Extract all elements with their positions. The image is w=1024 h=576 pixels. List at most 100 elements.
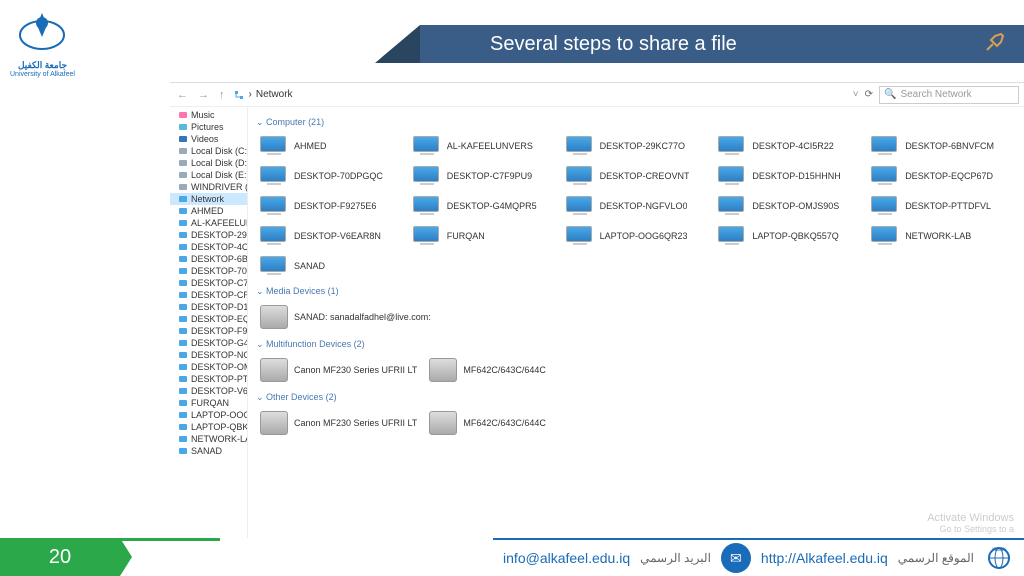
website-link[interactable]: http://Alkafeel.edu.iq	[761, 550, 888, 566]
up-button[interactable]: ↑	[217, 89, 227, 101]
sidebar-item[interactable]: NETWORK-LAB	[170, 433, 247, 445]
sidebar-item[interactable]: DESKTOP-V6EAR8N	[170, 385, 247, 397]
group-header[interactable]: ⌄ Other Devices (2)	[256, 392, 1016, 403]
network-item[interactable]: DESKTOP-4CI5R22	[714, 132, 863, 160]
title-banner: Several steps to share a file	[420, 25, 1024, 63]
network-item[interactable]: LAPTOP-OOG6QR23	[562, 222, 711, 250]
group-header[interactable]: ⌄ Computer (21)	[256, 117, 1016, 128]
sidebar-item[interactable]: DESKTOP-NGFVLO0	[170, 349, 247, 361]
computer-icon	[871, 136, 899, 156]
computer-icon	[718, 196, 746, 216]
address-bar: ← → ↑ › Network ˅ ⟳ 🔍 Search Network	[170, 83, 1024, 107]
item-label: DESKTOP-G4MQPR5	[447, 201, 537, 211]
item-label: DESKTOP-70DPGQC	[294, 171, 383, 181]
item-label: DESKTOP-29KC77O	[600, 141, 685, 151]
sidebar-item[interactable]: DESKTOP-CREOVNT	[170, 289, 247, 301]
forward-button[interactable]: →	[196, 89, 211, 101]
network-item[interactable]: DESKTOP-G4MQPR5	[409, 192, 558, 220]
network-item[interactable]: DESKTOP-EQCP67D	[867, 162, 1016, 190]
sidebar-item[interactable]: Videos	[170, 133, 247, 145]
sidebar-item[interactable]: Local Disk (E:)	[170, 169, 247, 181]
network-item[interactable]: DESKTOP-CREOVNT	[562, 162, 711, 190]
sidebar-item[interactable]: AL-KAFEELUNVERS	[170, 217, 247, 229]
network-item[interactable]: FURQAN	[409, 222, 558, 250]
network-item[interactable]: SANAD: sanadalfadhel@live.com:	[256, 301, 435, 333]
network-item[interactable]: DESKTOP-70DPGQC	[256, 162, 405, 190]
group-header[interactable]: ⌄ Multifunction Devices (2)	[256, 339, 1016, 350]
network-item[interactable]: NETWORK-LAB	[867, 222, 1016, 250]
sidebar-item[interactable]: DESKTOP-PTTDFVL	[170, 373, 247, 385]
sidebar-item[interactable]: DESKTOP-OMJS90S	[170, 361, 247, 373]
search-input[interactable]: 🔍 Search Network	[879, 86, 1019, 104]
computer-icon	[413, 136, 441, 156]
network-item[interactable]: AHMED	[256, 132, 405, 160]
sidebar-item[interactable]: DESKTOP-29KC77O	[170, 229, 247, 241]
network-item[interactable]: Canon MF230 Series UFRII LT	[256, 354, 421, 386]
group-header[interactable]: ⌄ Media Devices (1)	[256, 286, 1016, 297]
sidebar-item[interactable]: Local Disk (D:)	[170, 157, 247, 169]
back-button[interactable]: ←	[175, 89, 190, 101]
navigation-sidebar: MusicPicturesVideosLocal Disk (C:)Local …	[170, 107, 248, 538]
device-icon	[260, 358, 288, 382]
sidebar-item[interactable]: AHMED	[170, 205, 247, 217]
computer-icon	[566, 226, 594, 246]
refresh-button[interactable]: ⟳	[865, 89, 873, 100]
sidebar-item-label: DESKTOP-6BNVFCM	[191, 254, 247, 264]
item-label: AL-KAFEELUNVERS	[447, 141, 533, 151]
sidebar-item[interactable]: DESKTOP-F9275E6	[170, 325, 247, 337]
item-label: DESKTOP-V6EAR8N	[294, 231, 381, 241]
sidebar-item-label: DESKTOP-OMJS90S	[191, 362, 247, 372]
network-item[interactable]: DESKTOP-OMJS90S	[714, 192, 863, 220]
sidebar-item-label: DESKTOP-C7F9PU9	[191, 278, 247, 288]
network-item[interactable]: Canon MF230 Series UFRII LT	[256, 407, 421, 439]
network-item[interactable]: DESKTOP-6BNVFCM	[867, 132, 1016, 160]
item-label: DESKTOP-4CI5R22	[752, 141, 833, 151]
network-item[interactable]: MF642C/643C/644C	[425, 407, 570, 439]
network-item[interactable]: DESKTOP-29KC77O	[562, 132, 711, 160]
network-item[interactable]: SANAD	[256, 252, 405, 280]
sidebar-item[interactable]: DESKTOP-6BNVFCM	[170, 253, 247, 265]
network-item[interactable]: DESKTOP-C7F9PU9	[409, 162, 558, 190]
item-label: NETWORK-LAB	[905, 231, 971, 241]
sidebar-item[interactable]: DESKTOP-C7F9PU9	[170, 277, 247, 289]
network-item[interactable]: DESKTOP-D15HHNH	[714, 162, 863, 190]
sidebar-item[interactable]: DESKTOP-EQCP67D	[170, 313, 247, 325]
network-item[interactable]: DESKTOP-PTTDFVL	[867, 192, 1016, 220]
computer-icon	[718, 226, 746, 246]
email-link[interactable]: info@alkafeel.edu.iq	[503, 550, 630, 566]
sidebar-item-label: Local Disk (E:)	[191, 170, 247, 180]
university-logo: جامعة الكفيل University of Alkafeel	[10, 5, 75, 78]
network-item[interactable]: MF642C/643C/644C	[425, 354, 570, 386]
sidebar-item[interactable]: DESKTOP-70DPGQC	[170, 265, 247, 277]
sidebar-item[interactable]: FURQAN	[170, 397, 247, 409]
item-label: SANAD: sanadalfadhel@live.com:	[294, 312, 431, 322]
computer-icon	[260, 226, 288, 246]
dropdown-icon[interactable]: ˅	[853, 89, 859, 100]
sidebar-item[interactable]: DESKTOP-D15HHNH	[170, 301, 247, 313]
sidebar-item[interactable]: Network	[170, 193, 247, 205]
sidebar-item[interactable]: DESKTOP-G4MQPR5	[170, 337, 247, 349]
item-label: FURQAN	[447, 231, 485, 241]
network-item[interactable]: DESKTOP-NGFVLO0	[562, 192, 711, 220]
network-item[interactable]: DESKTOP-F9275E6	[256, 192, 405, 220]
sidebar-item[interactable]: Local Disk (C:)	[170, 145, 247, 157]
network-item[interactable]: DESKTOP-V6EAR8N	[256, 222, 405, 250]
item-label: DESKTOP-D15HHNH	[752, 171, 840, 181]
sidebar-item[interactable]: LAPTOP-QBKQ557Q	[170, 421, 247, 433]
computer-icon	[718, 166, 746, 186]
network-item[interactable]: LAPTOP-QBKQ557Q	[714, 222, 863, 250]
sidebar-item[interactable]: LAPTOP-OOG6QR23	[170, 409, 247, 421]
breadcrumb[interactable]: › Network	[233, 89, 847, 101]
sidebar-item[interactable]: SANAD	[170, 445, 247, 457]
sidebar-item[interactable]: Music	[170, 109, 247, 121]
sidebar-item[interactable]: WINDRIVER (F:)	[170, 181, 247, 193]
sidebar-item[interactable]: Pictures	[170, 121, 247, 133]
item-label: AHMED	[294, 141, 327, 151]
computer-icon	[871, 226, 899, 246]
sidebar-item-label: Pictures	[191, 122, 224, 132]
sidebar-item-label: SANAD	[191, 446, 222, 456]
network-item[interactable]: AL-KAFEELUNVERS	[409, 132, 558, 160]
computer-icon	[260, 166, 288, 186]
sidebar-item[interactable]: DESKTOP-4CI5R22	[170, 241, 247, 253]
footer: 20 info@alkafeel.edu.iq البريد الرسمي ✉ …	[0, 538, 1024, 576]
